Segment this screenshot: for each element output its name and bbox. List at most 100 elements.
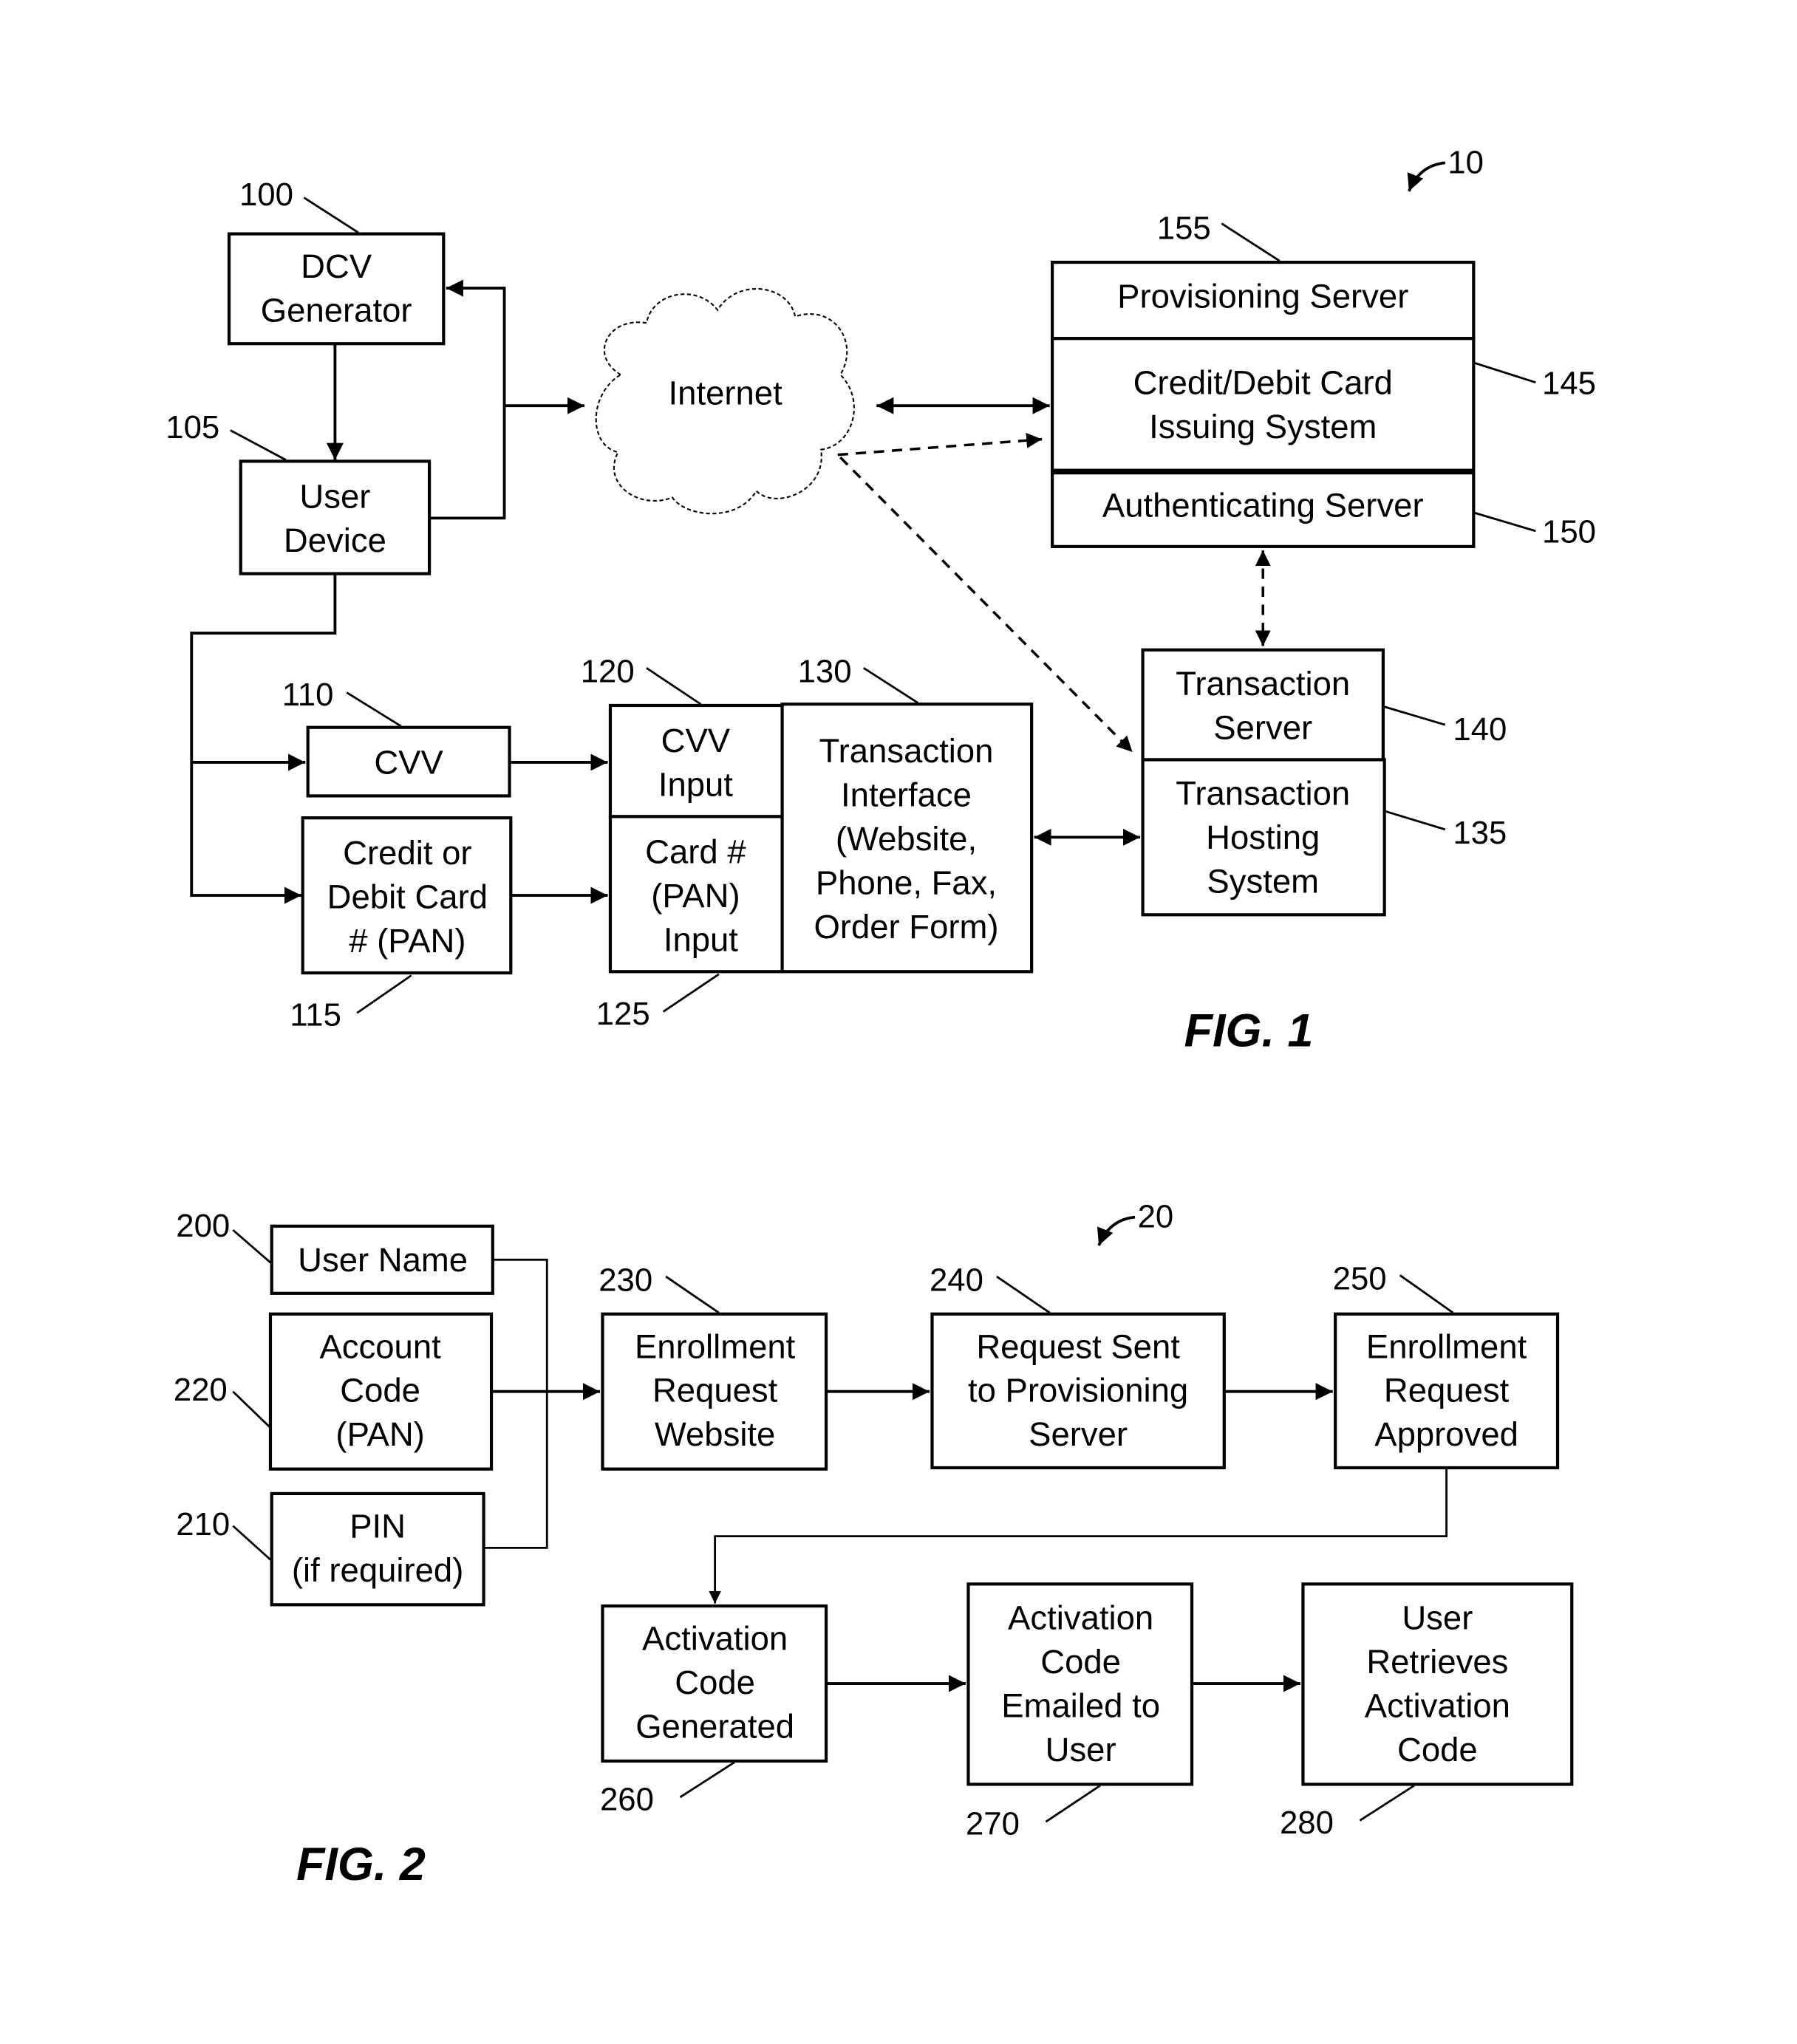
cvv-input-block: CVV Input <box>608 703 784 818</box>
leader-270 <box>1045 1785 1101 1823</box>
request-sent-line-2: to Provisioning <box>968 1372 1188 1409</box>
authenticating-server-block: Authenticating Server <box>1051 471 1476 548</box>
card-pan-line-1: Credit or <box>343 834 471 872</box>
ref-260: 260 <box>600 1781 654 1817</box>
internet-label: Internet <box>669 374 783 411</box>
transaction-hosting-line-3: System <box>1207 863 1319 900</box>
user-device-line-2: Device <box>284 522 386 559</box>
request-sent-line-3: Server <box>1029 1415 1128 1453</box>
leader-145 <box>1474 362 1536 384</box>
user-retrieves-line-1: User <box>1402 1599 1473 1637</box>
account-code-line-2: Code <box>340 1372 420 1409</box>
user-device-line-1: User <box>299 477 370 515</box>
ref-150: 150 <box>1542 514 1596 550</box>
code-emailed-line-1: Activation <box>1008 1599 1153 1637</box>
ref-100: 100 <box>239 177 293 213</box>
transaction-hosting-block: Transaction Hosting System <box>1141 758 1386 917</box>
transaction-hosting-line-2: Hosting <box>1206 818 1320 856</box>
ref-130: 130 <box>798 653 852 689</box>
leader-105 <box>230 429 287 461</box>
request-sent-block: Request Sent to Provisioning Server <box>930 1312 1226 1470</box>
pin-line-1: PIN <box>349 1507 406 1545</box>
transaction-interface-line-5: Order Form) <box>814 908 998 946</box>
leader-125 <box>662 973 720 1013</box>
card-pan-line-3: # (PAN) <box>349 922 466 960</box>
ref-145: 145 <box>1542 365 1596 401</box>
leader-260 <box>679 1761 735 1799</box>
user-retrieves-line-2: Retrieves <box>1366 1643 1508 1681</box>
issuing-system-block: Credit/Debit Card Issuing System <box>1051 337 1476 472</box>
fig1-ref-arrow <box>1407 161 1446 192</box>
transaction-server-line-2: Server <box>1213 708 1312 746</box>
issuing-system-line-1: Credit/Debit Card <box>1133 363 1393 401</box>
transaction-hosting-line-1: Transaction <box>1176 775 1350 813</box>
pan-input-block: Card # (PAN) Input <box>608 815 784 974</box>
request-approved-block: Enrollment Request Approved <box>1334 1312 1560 1470</box>
leader-135 <box>1385 810 1446 831</box>
code-emailed-line-2: Code <box>1040 1643 1121 1681</box>
fig2-caption: FIG. 2 <box>296 1839 426 1890</box>
leader-110 <box>346 691 402 728</box>
leader-280 <box>1359 1785 1415 1822</box>
enrollment-website-line-3: Website <box>655 1415 775 1453</box>
pan-input-line-2: (PAN) <box>651 877 740 915</box>
ref-240: 240 <box>930 1262 983 1298</box>
figure-1: 10 DCV Generator 100 User Device 105 Int… <box>166 144 1596 1056</box>
ref-135: 135 <box>1453 815 1507 851</box>
enrollment-website-line-2: Request <box>652 1372 778 1409</box>
request-sent-line-1: Request Sent <box>976 1327 1180 1365</box>
input-merge-bus <box>483 1258 548 1549</box>
user-retrieves-line-4: Code <box>1397 1731 1478 1768</box>
card-pan-line-2: Debit Card <box>327 878 488 916</box>
account-code-line-1: Account <box>319 1327 441 1365</box>
leader-120 <box>646 667 702 705</box>
leader-100 <box>303 196 359 234</box>
fig2-ref-number: 20 <box>1138 1199 1174 1235</box>
dcv-generator-line-1: DCV <box>301 247 372 285</box>
transaction-interface-line-3: (Website, <box>836 820 977 858</box>
transaction-server-block: Transaction Server <box>1141 648 1385 762</box>
card-pan-block: Credit or Debit Card # (PAN) <box>301 816 513 975</box>
pin-block: PIN (if required) <box>270 1491 485 1607</box>
ref-210: 210 <box>176 1506 230 1542</box>
user-device-block: User Device <box>239 459 432 575</box>
ref-220: 220 <box>174 1372 228 1408</box>
leader-200 <box>232 1229 273 1265</box>
request-approved-line-2: Request <box>1384 1372 1510 1409</box>
internet-cloud: Internet <box>595 287 855 515</box>
account-code-block: Account Code (PAN) <box>268 1312 494 1471</box>
provisioning-server-block: Provisioning Server <box>1051 260 1476 341</box>
request-approved-line-1: Enrollment <box>1366 1327 1527 1365</box>
dashed-arrow-internet-issuing <box>837 432 1043 457</box>
ref-230: 230 <box>599 1262 652 1298</box>
ref-115: 115 <box>290 997 341 1033</box>
cvv-input-line-1: CVV <box>661 722 731 759</box>
user-retrieves-block: User Retrieves Activation Code <box>1301 1582 1574 1786</box>
request-approved-line-3: Approved <box>1374 1415 1518 1453</box>
leader-230 <box>665 1275 720 1314</box>
pin-line-2: (if required) <box>292 1551 463 1589</box>
code-generated-line-3: Generated <box>635 1707 794 1745</box>
ref-200: 200 <box>176 1208 230 1244</box>
ref-110: 110 <box>282 677 334 713</box>
leader-210 <box>232 1525 273 1562</box>
fig1-caption: FIG. 1 <box>1184 1005 1314 1057</box>
leader-130 <box>863 667 918 704</box>
enrollment-website-line-1: Enrollment <box>635 1327 796 1365</box>
ref-140: 140 <box>1453 711 1507 748</box>
authenticating-server-label: Authenticating Server <box>1102 487 1424 524</box>
leader-220 <box>232 1390 271 1429</box>
leader-140 <box>1384 705 1446 726</box>
pan-input-line-1: Card # <box>645 833 746 870</box>
transaction-interface-line-1: Transaction <box>819 732 994 770</box>
cvv-input-line-2: Input <box>658 765 733 803</box>
ref-270: 270 <box>966 1806 1020 1842</box>
pan-input-line-3: Input <box>664 920 738 958</box>
code-emailed-block: Activation Code Emailed to User <box>966 1582 1194 1786</box>
ref-280: 280 <box>1280 1805 1334 1841</box>
dcv-generator-block: DCV Generator <box>227 232 446 346</box>
account-code-line-3: (PAN) <box>335 1415 424 1453</box>
code-generated-block: Activation Code Generated <box>601 1604 828 1763</box>
transaction-interface-line-4: Phone, Fax, <box>816 864 997 901</box>
leader-250 <box>1399 1274 1454 1314</box>
